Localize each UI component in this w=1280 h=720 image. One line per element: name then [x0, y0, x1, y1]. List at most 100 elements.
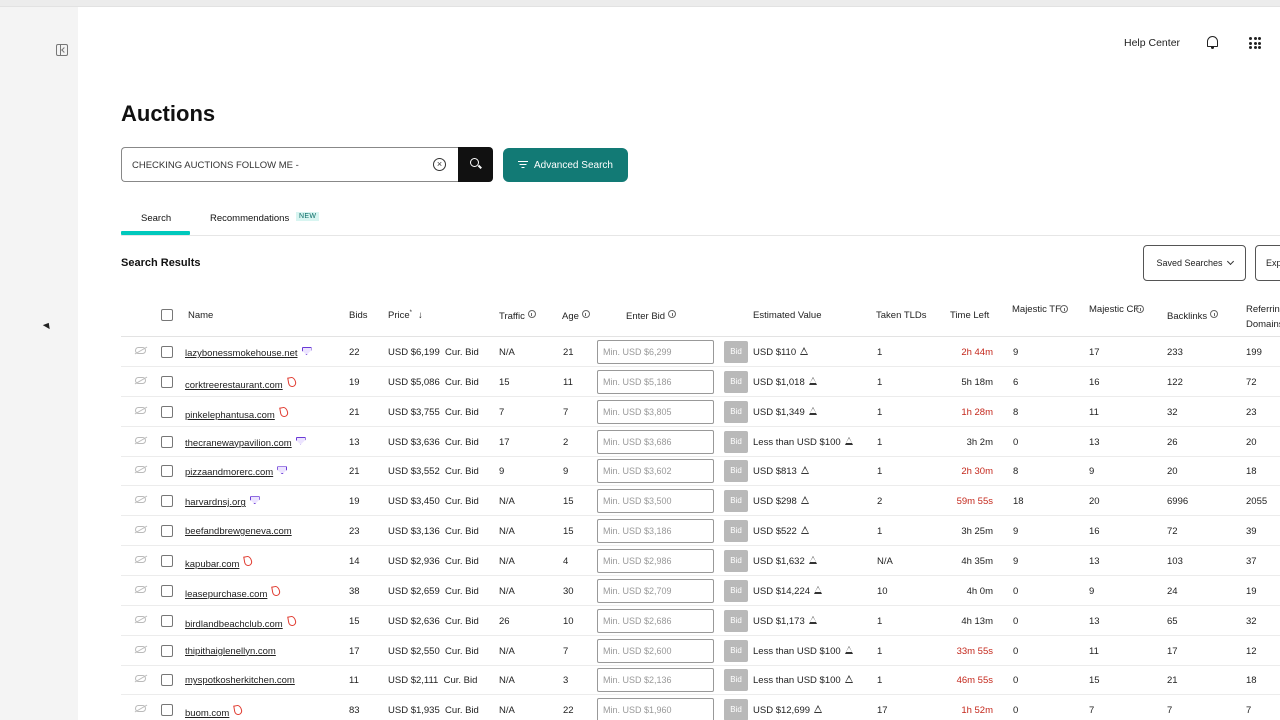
col-price[interactable]: Price* ↓ [388, 310, 423, 321]
info-icon[interactable] [527, 310, 536, 318]
row-checkbox[interactable] [161, 465, 173, 478]
warning-icon[interactable] [800, 466, 809, 475]
col-time-left[interactable]: Time Left [950, 310, 989, 321]
col-name[interactable]: Name [188, 310, 213, 321]
bid-amount-input[interactable]: Min. USD $1,960 [597, 698, 714, 720]
warning-icon[interactable] [800, 496, 809, 505]
watch-eye-icon[interactable] [135, 705, 146, 713]
bid-button[interactable]: Bid [724, 460, 748, 483]
domain-link[interactable]: beefandbrewgeneva.com [185, 526, 292, 537]
bid-amount-input[interactable]: Min. USD $2,136 [597, 668, 714, 693]
domain-link[interactable]: harvardnsj.org [185, 496, 260, 508]
table-row[interactable]: lazybonessmokehouse.net 22 USD $6,199 Cur.… [121, 337, 1280, 367]
bid-amount-input[interactable]: Min. USD $2,986 [597, 548, 714, 573]
bid-amount-input[interactable]: Min. USD $3,186 [597, 519, 714, 544]
domain-link[interactable]: thipithaiglenellyn.com [185, 646, 276, 657]
table-row[interactable]: thipithaiglenellyn.com 17 USD $2,550 Cur. … [121, 636, 1280, 666]
domain-link[interactable]: pinkelephantusa.com [185, 406, 289, 421]
domain-link[interactable]: leasepurchase.com [185, 585, 282, 600]
bid-button[interactable]: Bid [724, 639, 748, 662]
table-row[interactable]: harvardnsj.org 19 USD $3,450 Cur. Bid N/A 15… [121, 486, 1280, 517]
table-row[interactable]: pinkelephantusa.com 21 USD $3,755 Cur. Bid… [121, 397, 1280, 427]
notifications-bell-icon[interactable] [1207, 36, 1218, 49]
col-majestic-tf[interactable]: Majestic TF [1012, 302, 1072, 317]
col-referring-domains[interactable]: Referring Domains [1246, 302, 1280, 332]
col-bids[interactable]: Bids [349, 310, 367, 321]
bid-button[interactable]: Bid [724, 400, 748, 423]
domain-link[interactable]: birdlandbeachclub.com [185, 615, 297, 630]
bid-amount-input[interactable]: Min. USD $3,686 [597, 429, 714, 454]
col-taken-tlds[interactable]: Taken TLDs [876, 310, 927, 321]
warning-icon[interactable] [808, 406, 817, 415]
watch-eye-icon[interactable] [135, 615, 146, 623]
warning-icon[interactable] [808, 376, 817, 385]
row-checkbox[interactable] [161, 584, 173, 597]
watch-eye-icon[interactable] [135, 347, 146, 354]
table-row[interactable]: corktreerestaurant.com 19 USD $5,086 Cur. … [121, 367, 1280, 397]
row-checkbox[interactable] [161, 644, 173, 657]
warning-icon[interactable] [844, 675, 853, 684]
row-checkbox[interactable] [161, 704, 173, 717]
watch-eye-icon[interactable] [135, 645, 146, 653]
bid-amount-input[interactable]: Min. USD $2,709 [597, 578, 714, 603]
watch-eye-icon[interactable] [135, 496, 146, 504]
bid-button[interactable]: Bid [724, 341, 748, 363]
bid-button[interactable]: Bid [724, 669, 748, 692]
search-input[interactable]: CHECKING AUCTIONS FOLLOW ME - [121, 147, 459, 182]
col-age[interactable]: Age [562, 310, 590, 322]
domain-link[interactable]: kapubar.com [185, 555, 254, 570]
row-checkbox[interactable] [161, 346, 173, 358]
row-checkbox[interactable] [161, 554, 173, 567]
watch-eye-icon[interactable] [135, 436, 146, 444]
row-checkbox[interactable] [161, 435, 173, 448]
row-checkbox[interactable] [161, 674, 173, 687]
bid-amount-input[interactable]: Min. USD $2,686 [597, 608, 714, 633]
warning-icon[interactable] [808, 615, 817, 624]
select-all-checkbox[interactable] [161, 309, 173, 321]
domain-link[interactable]: pizzaandmorerc.com [185, 466, 288, 478]
warning-icon[interactable] [800, 526, 809, 535]
info-icon[interactable] [581, 310, 590, 318]
help-center-link[interactable]: Help Center [1124, 37, 1180, 49]
table-row[interactable]: thecranewaypavilion.com 13 USD $3,636 Cur.… [121, 427, 1280, 457]
bid-button[interactable]: Bid [724, 699, 748, 720]
col-traffic[interactable]: Traffic [499, 310, 536, 322]
bid-button[interactable]: Bid [724, 520, 748, 543]
watch-eye-icon[interactable] [135, 555, 146, 563]
row-checkbox[interactable] [161, 525, 173, 538]
clear-search-icon[interactable]: × [433, 158, 446, 171]
watch-eye-icon[interactable] [135, 376, 146, 384]
warning-icon[interactable] [814, 585, 823, 594]
bid-amount-input[interactable]: Min. USD $3,805 [597, 399, 714, 424]
info-icon[interactable] [1060, 305, 1068, 313]
bid-button[interactable]: Bid [724, 370, 748, 393]
bid-button[interactable]: Bid [724, 490, 748, 513]
bid-amount-input[interactable]: Min. USD $2,600 [597, 638, 714, 663]
domain-link[interactable]: lazybonessmokehouse.net [185, 347, 312, 359]
warning-icon[interactable] [808, 555, 817, 564]
warning-icon[interactable] [800, 347, 809, 355]
bid-button[interactable]: Bid [724, 579, 748, 602]
row-checkbox[interactable] [161, 614, 173, 627]
bid-button[interactable]: Bid [724, 609, 748, 632]
watch-eye-icon[interactable] [135, 585, 146, 593]
watch-eye-icon[interactable] [135, 406, 146, 414]
col-majestic-cf[interactable]: Majestic CF [1089, 302, 1149, 317]
domain-link[interactable]: thecranewaypavilion.com [185, 436, 306, 449]
watch-eye-icon[interactable] [135, 675, 146, 683]
row-checkbox[interactable] [161, 375, 173, 388]
domain-link[interactable]: myspotkosherkitchen.com [185, 675, 295, 686]
table-row[interactable]: pizzaandmorerc.com 21 USD $3,552 Cur. Bid 9… [121, 456, 1280, 487]
table-row[interactable]: buom.com 83 USD $1,935 Cur. Bid N/A 22 Min. U… [121, 695, 1280, 720]
table-row[interactable]: beefandbrewgeneva.com 23 USD $3,136 Cur. B… [121, 516, 1280, 547]
col-backlinks[interactable]: Backlinks [1167, 310, 1219, 322]
bid-button[interactable]: Bid [724, 430, 748, 453]
search-button[interactable] [458, 147, 493, 182]
tab-recommendations[interactable]: Recommendations [210, 213, 289, 224]
warning-icon[interactable] [844, 436, 853, 445]
table-row[interactable]: leasepurchase.com 38 USD $2,659 Cur. Bid N/… [121, 576, 1280, 606]
bid-amount-input[interactable]: Min. USD $6,299 [597, 340, 714, 364]
row-checkbox[interactable] [161, 495, 173, 508]
sidebar-collapse-icon[interactable] [56, 44, 68, 56]
table-row[interactable]: birdlandbeachclub.com 15 USD $2,636 Cur. B… [121, 606, 1280, 636]
